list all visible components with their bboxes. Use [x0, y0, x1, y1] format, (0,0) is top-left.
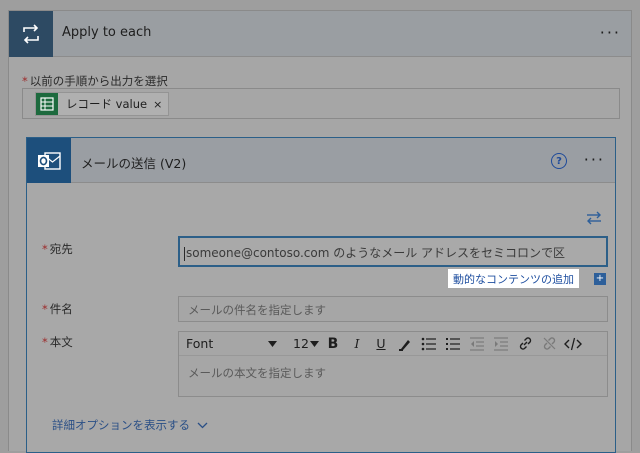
- more-options-button[interactable]: ···: [584, 150, 605, 169]
- add-dynamic-content-plus-icon[interactable]: +: [594, 273, 606, 285]
- dropdown-triangle-icon: [268, 340, 277, 347]
- to-input[interactable]: someone@contoso.com のようなメール アドレスをセミコロンで区: [178, 236, 608, 267]
- font-family-value: Font: [186, 336, 214, 351]
- more-options-button[interactable]: ···: [600, 23, 621, 42]
- font-size-select[interactable]: 12: [283, 332, 321, 356]
- apply-to-each-title: Apply to each: [62, 25, 152, 40]
- send-email-action: メールの送信 (V2) ? ··· * 宛先 someone@contoso.co…: [26, 137, 616, 453]
- required-star: *: [22, 74, 28, 88]
- required-star: *: [42, 302, 48, 316]
- add-dynamic-content-link[interactable]: 動的なコンテンツの追加: [448, 269, 579, 288]
- record-value-token[interactable]: レコード value ×: [35, 92, 170, 116]
- connector-arrow-icon: [318, 0, 320, 1]
- body-editor[interactable]: Font 12 B I U メールの本文を指定します: [178, 331, 608, 397]
- code-view-icon[interactable]: [561, 333, 585, 355]
- to-placeholder: someone@contoso.com のようなメール アドレスをセミコロンで区: [186, 246, 566, 260]
- apply-to-each-header[interactable]: Apply to each ···: [9, 11, 631, 57]
- excel-table-icon: [36, 93, 58, 115]
- select-output-label-text: 以前の手順から出力を選択: [29, 74, 168, 88]
- dropdown-triangle-icon: [310, 340, 319, 347]
- font-color-icon[interactable]: [393, 333, 417, 355]
- text-cursor: [184, 246, 185, 261]
- token-label: レコード value: [66, 97, 148, 111]
- swap-arrows-icon[interactable]: [585, 211, 603, 225]
- font-size-value: 12: [293, 336, 309, 351]
- advanced-options-label: 詳細オプションを表示する: [52, 418, 190, 432]
- select-output-label: * 以前の手順から出力を選択: [22, 73, 168, 89]
- italic-button[interactable]: I: [345, 333, 369, 355]
- loop-icon: [9, 11, 53, 57]
- bullet-list-icon[interactable]: [417, 333, 441, 355]
- chevron-down-icon: [197, 422, 208, 428]
- required-star: *: [42, 335, 48, 349]
- outlook-icon: [27, 138, 71, 183]
- subject-label-text: 件名: [49, 302, 73, 316]
- bold-button[interactable]: B: [321, 333, 345, 355]
- body-label: * 本文: [42, 334, 73, 350]
- required-star: *: [42, 242, 48, 256]
- show-advanced-options-link[interactable]: 詳細オプションを表示する: [52, 417, 208, 433]
- send-email-header[interactable]: メールの送信 (V2) ? ···: [27, 138, 615, 183]
- body-label-text: 本文: [49, 335, 73, 349]
- select-output-field[interactable]: レコード value ×: [22, 88, 620, 119]
- subject-label: * 件名: [42, 301, 73, 317]
- subject-input[interactable]: メールの件名を指定します: [178, 296, 608, 322]
- decrease-indent-icon[interactable]: [465, 333, 489, 355]
- apply-to-each-action: Apply to each ··· * 以前の手順から出力を選択 レコード val…: [8, 10, 632, 453]
- send-email-title: メールの送信 (V2): [81, 156, 187, 171]
- to-label-text: 宛先: [49, 242, 73, 256]
- numbered-list-icon[interactable]: [441, 333, 465, 355]
- to-label: * 宛先: [42, 241, 73, 257]
- underline-button[interactable]: U: [369, 333, 393, 355]
- unlink-icon[interactable]: [537, 333, 561, 355]
- font-family-select[interactable]: Font: [179, 332, 283, 356]
- increase-indent-icon[interactable]: [489, 333, 513, 355]
- rich-text-toolbar: Font 12 B I U: [179, 332, 607, 356]
- link-icon[interactable]: [513, 333, 537, 355]
- help-icon[interactable]: ?: [551, 153, 567, 169]
- body-placeholder: メールの本文を指定します: [188, 366, 326, 380]
- token-remove-button[interactable]: ×: [153, 98, 162, 111]
